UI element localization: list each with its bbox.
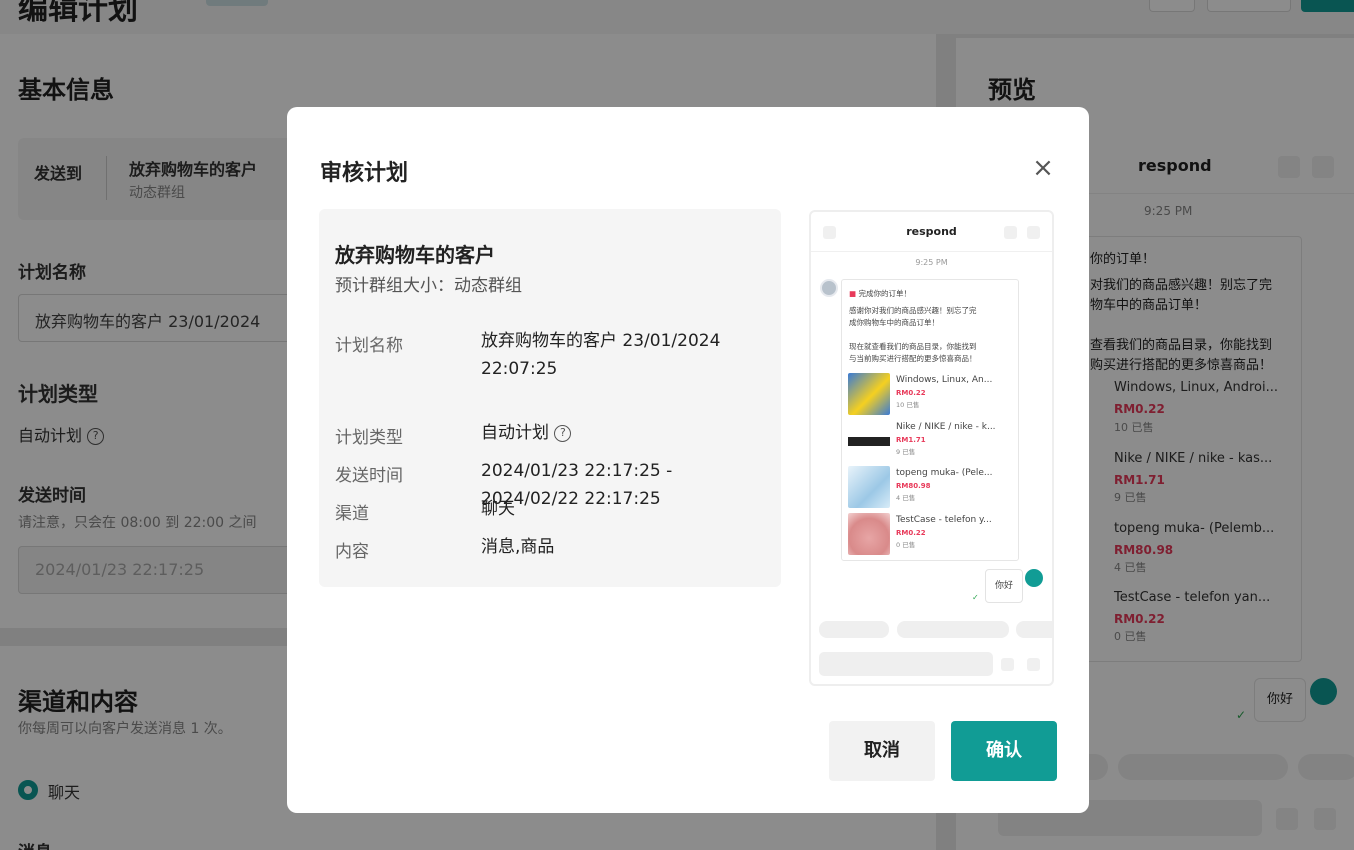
product-sold: 4 已售 — [896, 494, 916, 502]
emoji-icon — [1027, 658, 1040, 671]
modal-title: 审核计划 — [320, 161, 409, 186]
msg-line: 现在就查看我们的商品目录，你能找到 — [849, 342, 977, 351]
summary-row-key: 计划名称 — [335, 336, 403, 356]
msg-line: 与当前购买进行搭配的更多惊喜商品！ — [849, 354, 977, 363]
product-price: RM0.22 — [896, 529, 926, 537]
confirm-button[interactable]: 确认 — [951, 721, 1057, 781]
quick-reply-pill — [897, 621, 1009, 638]
phone-header: respond — [811, 212, 1052, 252]
product-sold: 0 已售 — [896, 541, 916, 549]
header-icon-2 — [1027, 226, 1040, 239]
product-name: Windows, Linux, An... — [896, 375, 993, 385]
product-thumbnail — [848, 466, 890, 508]
quick-reply-pill — [819, 621, 889, 638]
msg-title: ■ 完成你的订单！ — [849, 288, 911, 299]
product-sold: 9 已售 — [896, 448, 916, 456]
product-thumbnail — [848, 513, 890, 555]
gift-icon: ■ — [849, 289, 857, 298]
product-thumbnail — [848, 373, 890, 415]
reply-bubble: 你好 — [985, 569, 1023, 603]
product-thumbnail — [848, 420, 890, 462]
attach-icon — [1001, 658, 1014, 671]
quick-reply-pill — [1016, 621, 1052, 638]
summary-row-value: 自动计划 ? — [481, 419, 771, 447]
check-icon: ✓ — [972, 593, 979, 602]
msg-title-text: 完成你的订单！ — [858, 289, 911, 298]
message-preview-phone: respond 9:25 PM ■ 完成你的订单！ 感谢你对我们的商品感兴趣！别… — [809, 210, 1054, 686]
shop-avatar — [820, 279, 838, 297]
user-avatar — [1025, 569, 1043, 587]
summary-row-key: 发送时间 — [335, 466, 403, 486]
phone-time: 9:25 PM — [915, 258, 948, 267]
msg-line: 感谢你对我们的商品感兴趣！别忘了完 — [849, 306, 977, 315]
summary-row-value: 聊天 — [481, 499, 515, 519]
header-icon-1 — [1004, 226, 1017, 239]
summary-row-key: 内容 — [335, 542, 369, 562]
plan-summary: 放弃购物车的客户 预计群组大小：动态群组 计划名称 放弃购物车的客户 23/01… — [319, 209, 781, 587]
summary-row-value: 消息,商品 — [481, 537, 555, 557]
phone-message-bubble: ■ 完成你的订单！ 感谢你对我们的商品感兴趣！别忘了完 成你购物车中的商品订单！… — [841, 279, 1019, 561]
msg-line: 成你购物车中的商品订单！ — [849, 318, 939, 327]
product-sold: 10 已售 — [896, 401, 920, 409]
review-plan-modal: 审核计划 × 放弃购物车的客户 预计群组大小：动态群组 计划名称 放弃购物车的客… — [287, 107, 1089, 813]
product-price: RM80.98 — [896, 482, 931, 490]
summary-group-size: 预计群组大小：动态群组 — [335, 276, 522, 296]
summary-row-value: 放弃购物车的客户 23/01/2024 22:07:25 — [481, 331, 721, 379]
summary-group-name: 放弃购物车的客户 — [335, 243, 495, 267]
cancel-button[interactable]: 取消 — [829, 721, 935, 781]
product-name: Nike / NIKE / nike - k... — [896, 422, 996, 432]
summary-row-key: 渠道 — [335, 504, 369, 524]
product-price: RM1.71 — [896, 436, 926, 444]
close-icon[interactable]: × — [1030, 155, 1056, 181]
product-name: TestCase - telefon y... — [896, 515, 992, 525]
phone-chat-input — [819, 652, 993, 676]
plan-type-text: 自动计划 — [481, 423, 549, 443]
product-price: RM0.22 — [896, 389, 926, 397]
help-icon[interactable]: ? — [554, 424, 572, 442]
product-name: topeng muka- (Pele... — [896, 468, 993, 478]
summary-row-key: 计划类型 — [335, 428, 403, 448]
